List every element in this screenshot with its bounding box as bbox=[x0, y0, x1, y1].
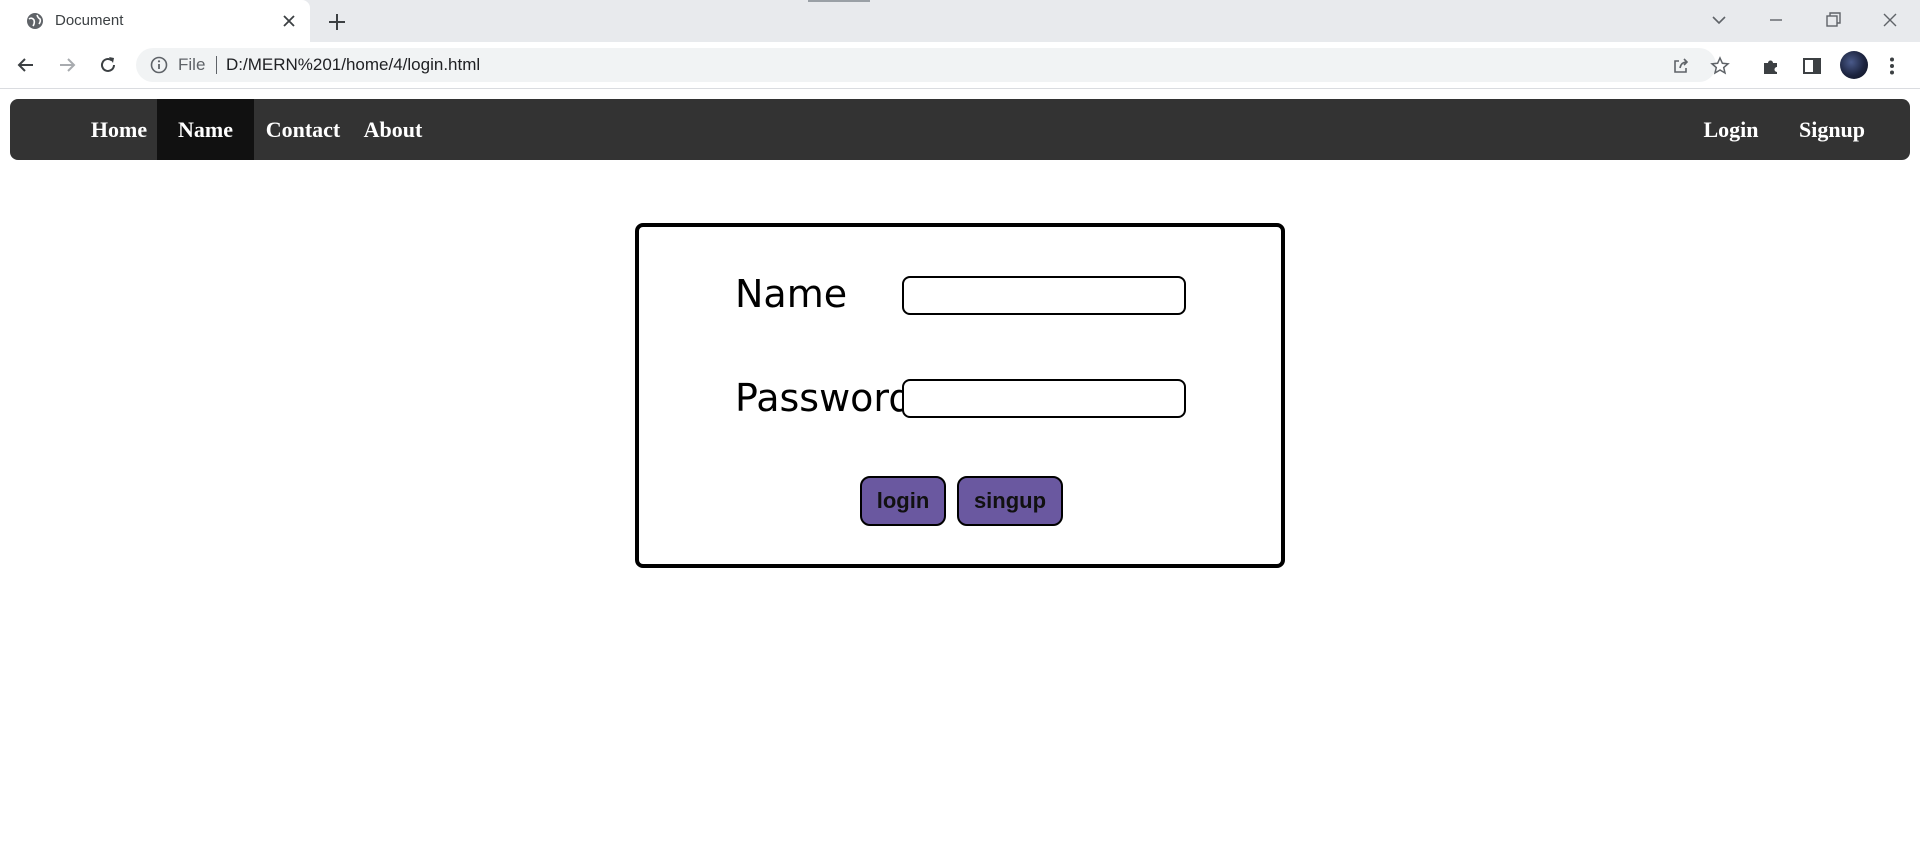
password-input[interactable] bbox=[902, 379, 1186, 418]
forward-arrow-icon[interactable] bbox=[56, 54, 78, 76]
password-label: Password bbox=[735, 376, 913, 420]
scheme-label: File bbox=[178, 55, 206, 74]
tab-title: Document bbox=[55, 12, 124, 29]
name-label: Name bbox=[735, 272, 848, 316]
nav-link-login[interactable]: Login bbox=[1690, 99, 1772, 160]
minimize-icon[interactable] bbox=[1766, 10, 1786, 30]
close-window-icon[interactable] bbox=[1880, 10, 1900, 30]
close-tab-icon[interactable] bbox=[280, 12, 298, 30]
back-arrow-icon[interactable] bbox=[15, 54, 37, 76]
extensions-puzzle-icon[interactable] bbox=[1760, 55, 1782, 77]
url-text[interactable]: D:/MERN%201/home/4/login.html bbox=[226, 55, 480, 75]
nav-link-home[interactable]: Home bbox=[70, 99, 168, 160]
nav-link-about[interactable]: About bbox=[350, 99, 436, 160]
omnibox-divider bbox=[216, 56, 217, 74]
name-input[interactable] bbox=[902, 276, 1186, 315]
side-panel-icon[interactable] bbox=[1801, 55, 1823, 77]
signup-button[interactable]: singup bbox=[957, 476, 1063, 526]
more-menu-icon[interactable] bbox=[1881, 55, 1903, 77]
tab-search-indicator bbox=[808, 0, 870, 2]
info-icon[interactable] bbox=[150, 56, 168, 74]
globe-icon bbox=[27, 13, 43, 29]
nav-link-name[interactable]: Name bbox=[157, 99, 254, 160]
login-form-card: Name Password login singup bbox=[635, 223, 1285, 568]
address-bar[interactable]: File D:/MERN%201/home/4/login.html bbox=[136, 48, 1730, 82]
restore-icon[interactable] bbox=[1823, 10, 1843, 30]
login-button[interactable]: login bbox=[860, 476, 946, 526]
bookmark-star-icon[interactable] bbox=[1710, 56, 1730, 76]
site-navbar: Home Name Contact About Login Signup bbox=[10, 99, 1910, 160]
chevron-down-icon[interactable] bbox=[1709, 10, 1729, 30]
nav-link-contact[interactable]: Contact bbox=[254, 99, 352, 160]
share-icon[interactable] bbox=[1671, 56, 1691, 76]
browser-toolbar: File D:/MERN%201/home/4/login.html bbox=[0, 42, 1920, 89]
nav-link-signup[interactable]: Signup bbox=[1782, 99, 1882, 160]
new-tab-icon[interactable] bbox=[327, 12, 347, 32]
browser-tabstrip: Document bbox=[0, 0, 1920, 42]
browser-tab[interactable]: Document bbox=[0, 0, 310, 42]
reload-icon[interactable] bbox=[97, 54, 119, 76]
profile-avatar[interactable] bbox=[1840, 51, 1868, 79]
